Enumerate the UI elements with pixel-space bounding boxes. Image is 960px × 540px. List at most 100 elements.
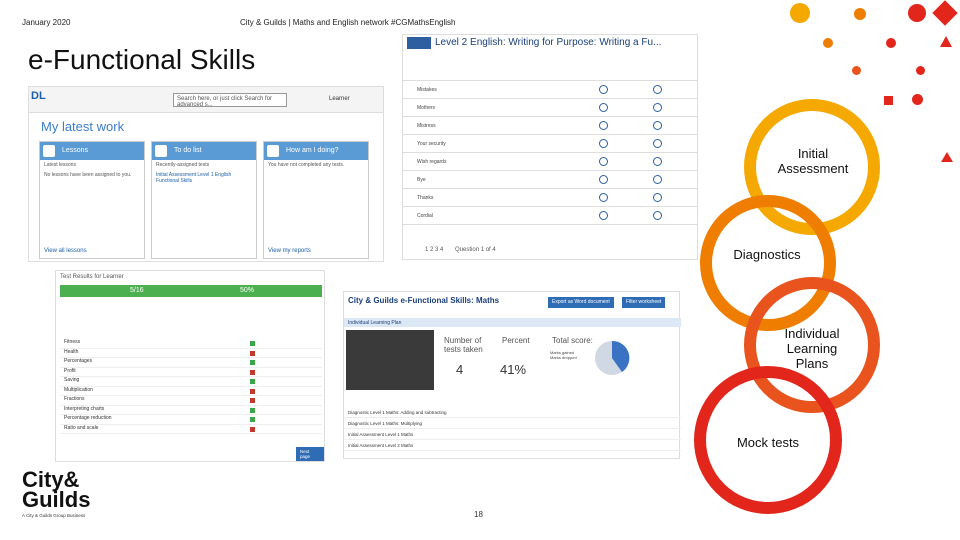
section-heading: My latest work <box>41 119 125 134</box>
next-page-button[interactable]: Next page <box>296 447 324 461</box>
radio-option[interactable] <box>653 175 662 184</box>
result-row: Percentages <box>60 358 322 368</box>
question-name: Percentage reduction <box>64 415 112 421</box>
question-name: Saving <box>64 377 80 383</box>
decor-dot <box>916 66 925 75</box>
question-row: Mistakes <box>403 81 697 99</box>
decor-dot <box>790 3 810 23</box>
screenshot-results: Test Results for Learner 5/16 50% Fitness… <box>55 270 325 462</box>
tests-label: Number of tests taken <box>444 336 483 354</box>
date-label: January 2020 <box>22 18 71 27</box>
user-menu[interactable]: Learner <box>329 96 350 102</box>
radio-option[interactable] <box>653 85 662 94</box>
export-word-button[interactable]: Export as Word document <box>548 297 614 308</box>
chart-icon <box>267 145 279 157</box>
screenshot-test: Level 2 English: Writing for Purpose: Wr… <box>402 34 698 260</box>
check-icon <box>155 145 167 157</box>
result-row: Profit <box>60 368 322 377</box>
plan-row[interactable]: Diagnostic Level 1 Maths: Multiplying <box>344 419 681 429</box>
question-name: Multiplication <box>64 386 93 393</box>
question-row: Mistress <box>403 117 697 135</box>
question-row: Wish regards <box>403 153 697 171</box>
test-title: Level 2 English: Writing for Purpose: Wr… <box>435 37 662 48</box>
radio-option[interactable] <box>599 121 608 130</box>
radio-option[interactable] <box>599 211 608 220</box>
plan-row-label: Initial Assessment Level 1 Maths <box>348 432 414 437</box>
status-square <box>250 426 255 432</box>
card-body[interactable]: Initial Assessment Level 1 English Funct… <box>152 170 256 186</box>
decor-dot <box>852 66 861 75</box>
question-name: Percentages <box>64 358 93 364</box>
plan-row[interactable]: Initial Assessment Level 2 Maths <box>344 441 681 451</box>
page-number: 18 <box>474 510 483 519</box>
pager[interactable]: 1 2 3 4 <box>425 247 443 253</box>
radio-option[interactable] <box>599 157 608 166</box>
question-name: Fractions <box>64 396 85 402</box>
card-body: No lessons have been assigned to you. <box>44 172 132 178</box>
card-title: To do list <box>174 147 202 154</box>
tests-value: 4 <box>456 362 464 377</box>
logo-line2: Guilds <box>22 487 91 512</box>
percent: 50% <box>240 287 255 294</box>
ilp-title: City & Guilds e-Functional Skills: Maths <box>348 296 500 305</box>
decor-diamond <box>932 0 958 26</box>
status-square <box>250 398 255 403</box>
plan-row-label: Diagnostic Level 1 Maths: Adding and sub… <box>348 410 447 415</box>
radio-option[interactable] <box>653 193 662 202</box>
question-name: Ratio and scale <box>64 424 99 431</box>
option-label: Thanks <box>417 195 434 201</box>
todo-card[interactable]: To do list Recently-assigned tests Initi… <box>151 141 257 259</box>
filter-button[interactable]: Filter worksheet <box>622 297 666 308</box>
radio-option[interactable] <box>599 85 608 94</box>
question-row: Mothers <box>403 99 697 117</box>
question-counter: Question 1 of 4 <box>455 247 496 253</box>
question-name: Interpreting charts <box>64 405 105 412</box>
radio-option[interactable] <box>653 139 662 148</box>
radio-option[interactable] <box>653 103 662 112</box>
result-row: Health <box>60 349 322 358</box>
radio-option[interactable] <box>599 103 608 112</box>
option-label: Cordial <box>417 213 433 219</box>
plan-row[interactable]: Diagnostic Level 1 Maths: Adding and sub… <box>344 408 681 418</box>
radio-option[interactable] <box>599 139 608 148</box>
result-row: Ratio and scale <box>60 424 322 434</box>
result-row: Multiplication <box>60 386 322 396</box>
flow-step-mock-tests: Mock tests <box>736 435 800 450</box>
radio-option[interactable] <box>653 157 662 166</box>
search-input[interactable]: Search here, or just click Search for ad… <box>173 93 287 108</box>
tagline: City & Guilds | Maths and English networ… <box>240 18 456 27</box>
radio-option[interactable] <box>653 211 662 220</box>
status-square <box>250 407 255 413</box>
view-reports-link[interactable]: View my reports <box>268 248 311 254</box>
plan-tab[interactable]: Individual Learning Plan <box>344 318 681 327</box>
option-label: Wish regards <box>417 159 447 165</box>
progress-card[interactable]: How am I doing? You have not completed a… <box>263 141 369 259</box>
radio-option[interactable] <box>653 121 662 130</box>
flow-step-diagnostics: Diagnostics <box>733 247 801 262</box>
screenshot-dashboard: DL Search here, or just click Search for… <box>28 86 384 262</box>
percent-value: 41% <box>500 362 527 377</box>
app-logo: DL <box>31 90 46 102</box>
decor-triangle <box>940 36 952 47</box>
question-row: Bye <box>403 171 697 189</box>
status-square <box>250 379 255 384</box>
view-all-lessons-link[interactable]: View all lessons <box>44 248 87 254</box>
result-row: Interpreting charts <box>60 405 322 415</box>
question-row: Thanks <box>403 189 697 207</box>
decor-dot <box>823 38 833 48</box>
result-row: Fractions <box>60 396 322 406</box>
radio-option[interactable] <box>599 175 608 184</box>
score-label: Total score: <box>552 336 593 345</box>
app-logo <box>407 37 431 49</box>
decor-dot <box>908 4 926 22</box>
option-label: Your security <box>417 141 446 147</box>
score: 5/16 <box>130 287 144 294</box>
lessons-card[interactable]: Lessons Latest lessons No lessons have b… <box>39 141 145 259</box>
decor-dot <box>886 38 896 48</box>
radio-option[interactable] <box>599 193 608 202</box>
city-guilds-logo: City& Guilds A City & Guilds Group Busin… <box>22 469 91 519</box>
plan-row-label: Diagnostic Level 1 Maths: Multiplying <box>348 421 423 426</box>
plan-row[interactable]: Initial Assessment Level 1 Maths <box>344 430 681 440</box>
question-row: Cordial <box>403 207 697 225</box>
logo-sub: A City & Guilds Group Business <box>22 513 86 518</box>
